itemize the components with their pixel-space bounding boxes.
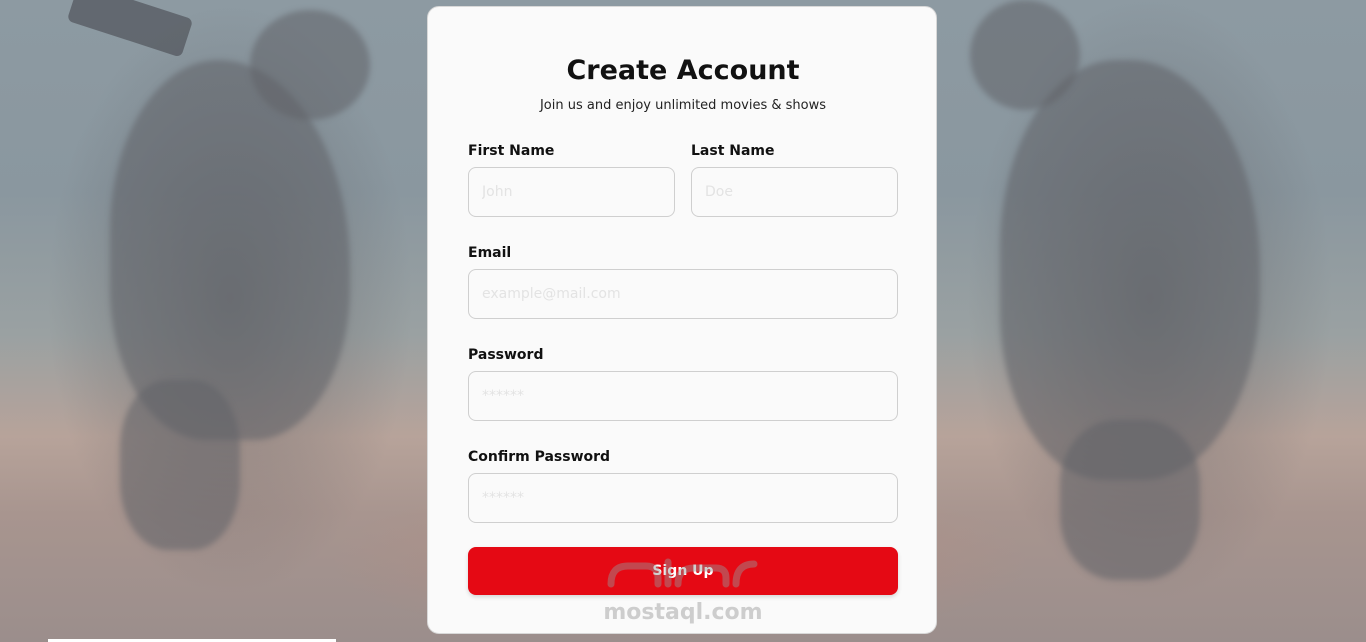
page-subtitle: Join us and enjoy unlimited movies & sho… <box>539 98 827 113</box>
email-label: Email <box>468 245 512 261</box>
page-title: Create Account <box>566 55 800 86</box>
password-label: Password <box>468 347 544 363</box>
background-monster-right <box>1000 60 1260 480</box>
last-name-input[interactable] <box>691 167 898 217</box>
background-monster-right-head <box>970 0 1080 110</box>
confirm-password-label: Confirm Password <box>468 449 611 465</box>
last-name-label: Last Name <box>691 143 775 159</box>
first-name-input[interactable] <box>468 167 675 217</box>
background-monster-right-leg <box>1060 420 1200 580</box>
password-input[interactable] <box>468 371 898 421</box>
first-name-label: First Name <box>468 143 555 159</box>
background-monster-left-head <box>250 10 370 120</box>
email-input[interactable] <box>468 269 898 319</box>
signup-card: Create Account Join us and enjoy unlimit… <box>427 6 937 634</box>
background-drone <box>66 0 194 58</box>
background-monster-left-leg <box>120 380 240 550</box>
sign-up-button[interactable]: Sign Up <box>468 547 898 595</box>
confirm-password-input[interactable] <box>468 473 898 523</box>
